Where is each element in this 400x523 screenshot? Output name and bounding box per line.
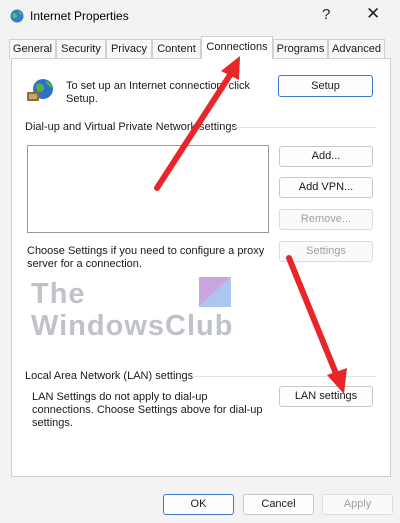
dialup-group-label: Dial-up and Virtual Private Network sett… bbox=[25, 121, 237, 133]
lan-group-label: Local Area Network (LAN) settings bbox=[25, 370, 194, 382]
setup-button[interactable]: Setup bbox=[278, 75, 373, 97]
watermark-line1: The bbox=[31, 278, 86, 310]
title-bar: Internet Properties ? ✕ bbox=[0, 0, 400, 32]
setup-description: To set up an Internet connection, click … bbox=[66, 80, 251, 105]
settings-button[interactable]: Settings bbox=[279, 241, 373, 262]
close-button[interactable]: ✕ bbox=[366, 4, 380, 24]
remove-button[interactable]: Remove... bbox=[279, 209, 373, 230]
dialup-divider bbox=[232, 127, 376, 128]
proxy-settings-description: Choose Settings if you need to configure… bbox=[27, 245, 265, 270]
tab-general[interactable]: General bbox=[9, 39, 56, 59]
tab-programs[interactable]: Programs bbox=[273, 39, 328, 59]
add-vpn-button[interactable]: Add VPN... bbox=[279, 177, 373, 198]
ok-button[interactable]: OK bbox=[163, 494, 234, 515]
tab-connections[interactable]: Connections bbox=[201, 36, 273, 59]
connections-listbox[interactable] bbox=[27, 145, 269, 233]
help-button[interactable]: ? bbox=[322, 6, 330, 23]
add-button[interactable]: Add... bbox=[279, 146, 373, 167]
window-title: Internet Properties bbox=[30, 9, 129, 23]
lan-divider bbox=[192, 376, 376, 377]
lan-description: LAN Settings do not apply to dial-up con… bbox=[32, 391, 263, 429]
lan-settings-button[interactable]: LAN settings bbox=[279, 386, 373, 407]
watermark-line2: WindowsClub bbox=[31, 310, 234, 342]
tab-advanced[interactable]: Advanced bbox=[328, 39, 385, 59]
tab-security[interactable]: Security bbox=[56, 39, 106, 59]
cancel-button[interactable]: Cancel bbox=[243, 494, 314, 515]
tab-content[interactable]: Content bbox=[152, 39, 201, 59]
network-globe-icon bbox=[27, 79, 53, 101]
apply-button[interactable]: Apply bbox=[322, 494, 393, 515]
internet-globe-icon bbox=[10, 9, 24, 23]
watermark-logo-icon bbox=[199, 277, 231, 307]
tab-privacy[interactable]: Privacy bbox=[106, 39, 152, 59]
